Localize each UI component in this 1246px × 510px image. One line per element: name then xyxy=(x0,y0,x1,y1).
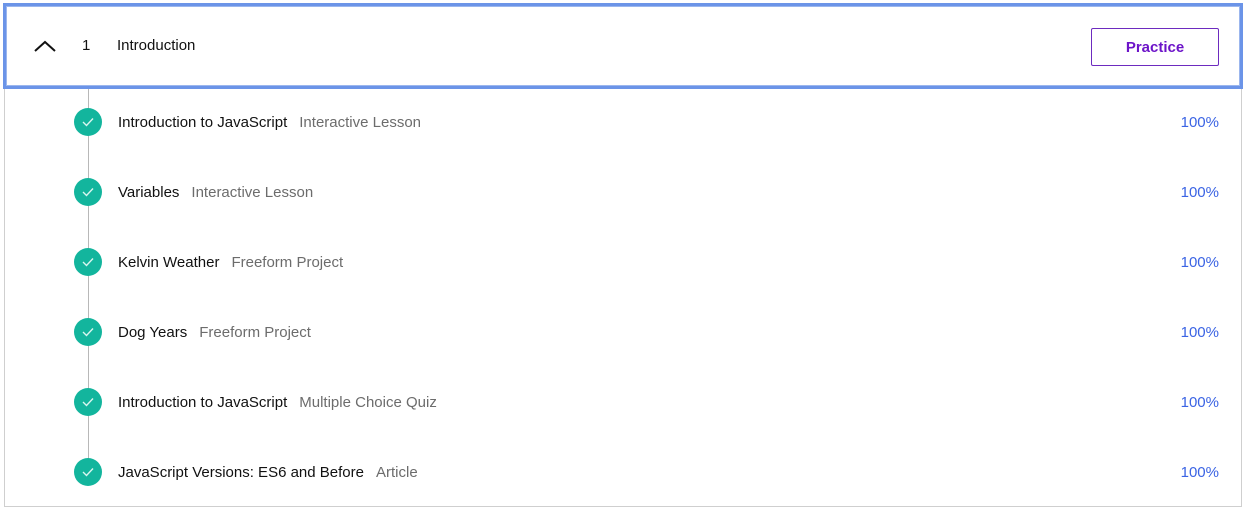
lesson-type: Freeform Project xyxy=(199,324,311,341)
checkmark-icon xyxy=(74,458,102,486)
lesson-title-text: Kelvin Weather xyxy=(118,254,220,271)
lesson-type: Interactive Lesson xyxy=(191,184,314,201)
lesson-title-text: JavaScript Versions: ES6 and Before xyxy=(118,464,364,481)
lesson-title[interactable]: Kelvin Weather Freeform Project xyxy=(118,254,343,271)
lesson-type: Freeform Project xyxy=(231,254,344,271)
lesson-title[interactable]: Introduction to JavaScript Multiple Choic… xyxy=(118,394,437,411)
lesson-progress: 100% xyxy=(1180,394,1219,411)
lesson-title-text: Variables xyxy=(118,184,180,201)
module-title: Introduction xyxy=(117,37,196,54)
lesson-title[interactable]: Dog Years Freeform Project xyxy=(118,324,311,341)
lesson-row[interactable]: Kelvin Weather Freeform Project 100% xyxy=(5,229,1241,299)
lesson-title-text: Dog Years xyxy=(118,324,188,341)
checkmark-icon xyxy=(74,248,102,276)
chevron-up-icon[interactable] xyxy=(33,39,57,53)
lesson-progress: 100% xyxy=(1180,254,1219,271)
lesson-type: Article xyxy=(375,464,418,481)
lesson-row[interactable]: Dog Years Freeform Project 100% xyxy=(5,299,1241,369)
lesson-row[interactable]: Introduction to JavaScript Interactive Le… xyxy=(5,89,1241,159)
lesson-progress: 100% xyxy=(1180,184,1219,201)
checkmark-icon xyxy=(74,318,102,346)
lesson-progress: 100% xyxy=(1180,114,1219,131)
checkmark-icon xyxy=(74,108,102,136)
lesson-title-text: Introduction to JavaScript xyxy=(118,114,288,131)
lesson-row[interactable]: Introduction to JavaScript Multiple Choic… xyxy=(5,369,1241,439)
lesson-type: Interactive Lesson xyxy=(299,114,422,131)
module-header[interactable]: 1 Introduction Practice xyxy=(3,3,1243,89)
lesson-row[interactable]: Variables Interactive Lesson 100% xyxy=(5,159,1241,229)
module-number: 1 xyxy=(82,37,91,54)
lesson-title-text: Introduction to JavaScript xyxy=(118,394,288,411)
lesson-progress: 100% xyxy=(1180,464,1219,481)
lesson-type: Multiple Choice Quiz xyxy=(299,394,437,411)
lesson-title[interactable]: JavaScript Versions: ES6 and Before Artic… xyxy=(118,464,418,481)
lesson-title[interactable]: Introduction to JavaScript Interactive Le… xyxy=(118,114,421,131)
practice-button[interactable]: Practice xyxy=(1091,28,1219,66)
lesson-row[interactable]: JavaScript Versions: ES6 and Before Artic… xyxy=(5,439,1241,509)
course-module: 1 Introduction Practice Introduction to … xyxy=(0,0,1246,510)
checkmark-icon xyxy=(74,388,102,416)
lesson-title[interactable]: Variables Interactive Lesson xyxy=(118,184,313,201)
lesson-progress: 100% xyxy=(1180,324,1219,341)
lesson-list: Introduction to JavaScript Interactive Le… xyxy=(4,89,1242,507)
checkmark-icon xyxy=(74,178,102,206)
